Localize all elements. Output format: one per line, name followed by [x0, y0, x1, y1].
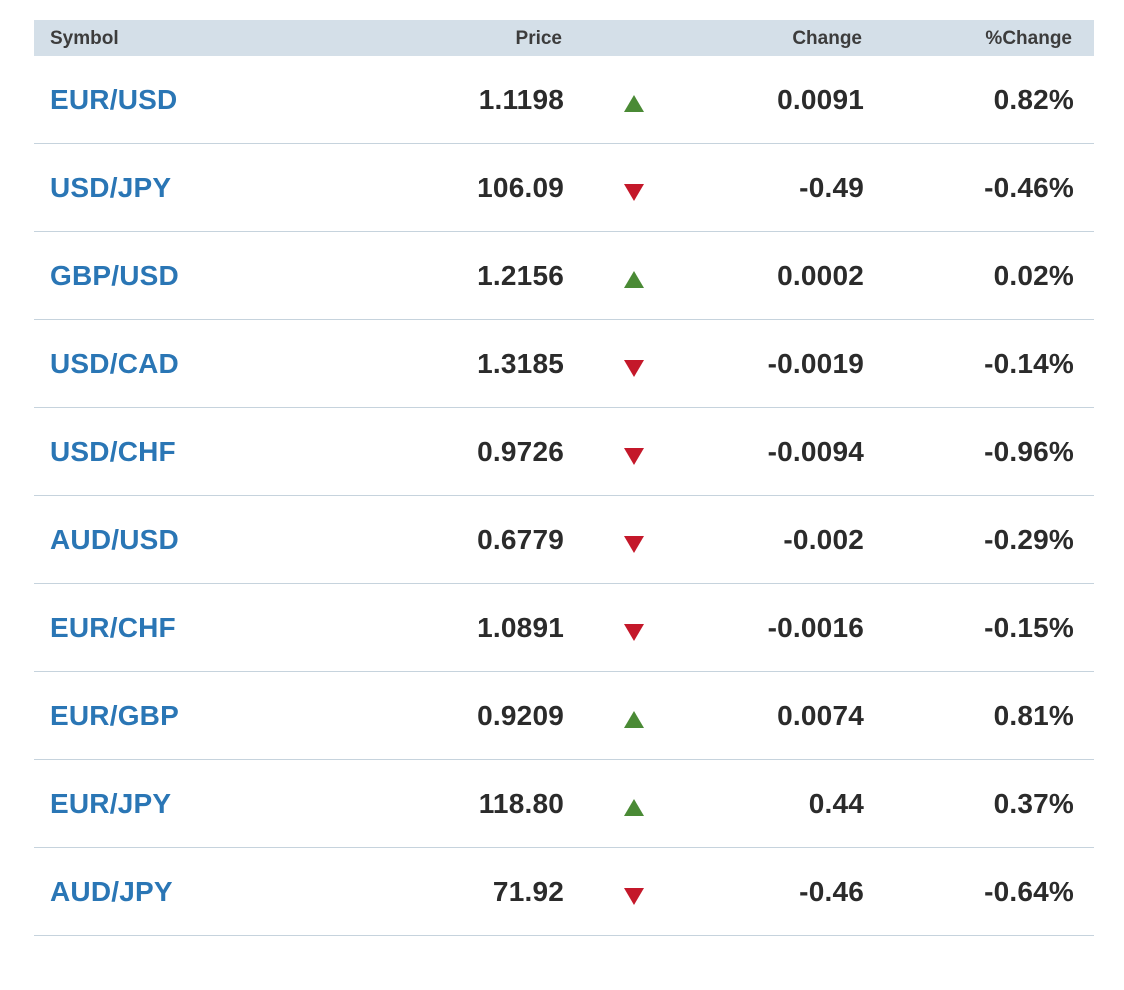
- table-header: Symbol Price Change %Change: [34, 20, 1094, 56]
- table-row: USD/CAD 1.3185 -0.0019 -0.14%: [34, 320, 1094, 408]
- column-header-change[interactable]: Change: [792, 20, 862, 58]
- direction-indicator: [624, 320, 644, 408]
- change-value: 0.44: [808, 788, 864, 819]
- column-header-price[interactable]: Price: [516, 20, 562, 58]
- triangle-up-icon: [624, 95, 644, 112]
- symbol-link[interactable]: EUR/JPY: [50, 760, 171, 848]
- price-value: 0.6779: [477, 524, 564, 555]
- symbol-link[interactable]: USD/CAD: [50, 320, 179, 408]
- price-value: 1.2156: [477, 260, 564, 291]
- direction-indicator: [624, 56, 644, 144]
- triangle-down-icon: [624, 360, 644, 377]
- table-row: USD/JPY 106.09 -0.49 -0.46%: [34, 144, 1094, 232]
- direction-indicator: [624, 496, 644, 584]
- price-value: 0.9726: [477, 436, 564, 467]
- column-header-pct-change[interactable]: %Change: [985, 20, 1072, 58]
- change-value: -0.0019: [767, 348, 864, 379]
- triangle-down-icon: [624, 624, 644, 641]
- direction-indicator: [624, 760, 644, 848]
- pct-change-value: -0.64%: [984, 876, 1074, 907]
- triangle-down-icon: [624, 888, 644, 905]
- direction-indicator: [624, 232, 644, 320]
- triangle-down-icon: [624, 184, 644, 201]
- pct-change-value: 0.81%: [993, 700, 1074, 731]
- change-value: 0.0002: [777, 260, 864, 291]
- symbol-link[interactable]: AUD/USD: [50, 496, 179, 584]
- triangle-down-icon: [624, 536, 644, 553]
- direction-indicator: [624, 584, 644, 672]
- column-header-symbol[interactable]: Symbol: [50, 20, 119, 58]
- pct-change-value: -0.46%: [984, 172, 1074, 203]
- table-row: USD/CHF 0.9726 -0.0094 -0.96%: [34, 408, 1094, 496]
- direction-indicator: [624, 848, 644, 936]
- triangle-up-icon: [624, 799, 644, 816]
- pct-change-value: 0.82%: [993, 84, 1074, 115]
- pct-change-value: -0.15%: [984, 612, 1074, 643]
- table-row: AUD/JPY 71.92 -0.46 -0.64%: [34, 848, 1094, 936]
- change-value: -0.0016: [767, 612, 864, 643]
- symbol-link[interactable]: USD/CHF: [50, 408, 176, 496]
- currency-quote-table: Symbol Price Change %Change EUR/USD 1.11…: [34, 20, 1094, 936]
- symbol-link[interactable]: USD/JPY: [50, 144, 171, 232]
- triangle-up-icon: [624, 711, 644, 728]
- symbol-link[interactable]: EUR/USD: [50, 56, 177, 144]
- table-row: AUD/USD 0.6779 -0.002 -0.29%: [34, 496, 1094, 584]
- symbol-link[interactable]: GBP/USD: [50, 232, 179, 320]
- price-value: 118.80: [478, 788, 564, 819]
- table-row: EUR/GBP 0.9209 0.0074 0.81%: [34, 672, 1094, 760]
- price-value: 1.0891: [477, 612, 564, 643]
- triangle-down-icon: [624, 448, 644, 465]
- pct-change-value: -0.14%: [984, 348, 1074, 379]
- pct-change-value: -0.29%: [984, 524, 1074, 555]
- direction-indicator: [624, 144, 644, 232]
- change-value: -0.0094: [767, 436, 864, 467]
- triangle-up-icon: [624, 271, 644, 288]
- change-value: -0.46: [799, 876, 864, 907]
- price-value: 0.9209: [477, 700, 564, 731]
- price-value: 1.1198: [478, 84, 564, 115]
- price-value: 106.09: [477, 172, 564, 203]
- price-value: 1.3185: [477, 348, 564, 379]
- change-value: -0.49: [799, 172, 864, 203]
- change-value: 0.0091: [777, 84, 864, 115]
- table-row: EUR/CHF 1.0891 -0.0016 -0.15%: [34, 584, 1094, 672]
- table-row: EUR/USD 1.1198 0.0091 0.82%: [34, 56, 1094, 144]
- symbol-link[interactable]: AUD/JPY: [50, 848, 173, 936]
- table-row: GBP/USD 1.2156 0.0002 0.02%: [34, 232, 1094, 320]
- direction-indicator: [624, 672, 644, 760]
- symbol-link[interactable]: EUR/GBP: [50, 672, 179, 760]
- pct-change-value: -0.96%: [984, 436, 1074, 467]
- price-value: 71.92: [492, 876, 564, 907]
- table-row: EUR/JPY 118.80 0.44 0.37%: [34, 760, 1094, 848]
- pct-change-value: 0.02%: [993, 260, 1074, 291]
- symbol-link[interactable]: EUR/CHF: [50, 584, 176, 672]
- change-value: 0.0074: [777, 700, 864, 731]
- direction-indicator: [624, 408, 644, 496]
- change-value: -0.002: [783, 524, 864, 555]
- pct-change-value: 0.37%: [993, 788, 1074, 819]
